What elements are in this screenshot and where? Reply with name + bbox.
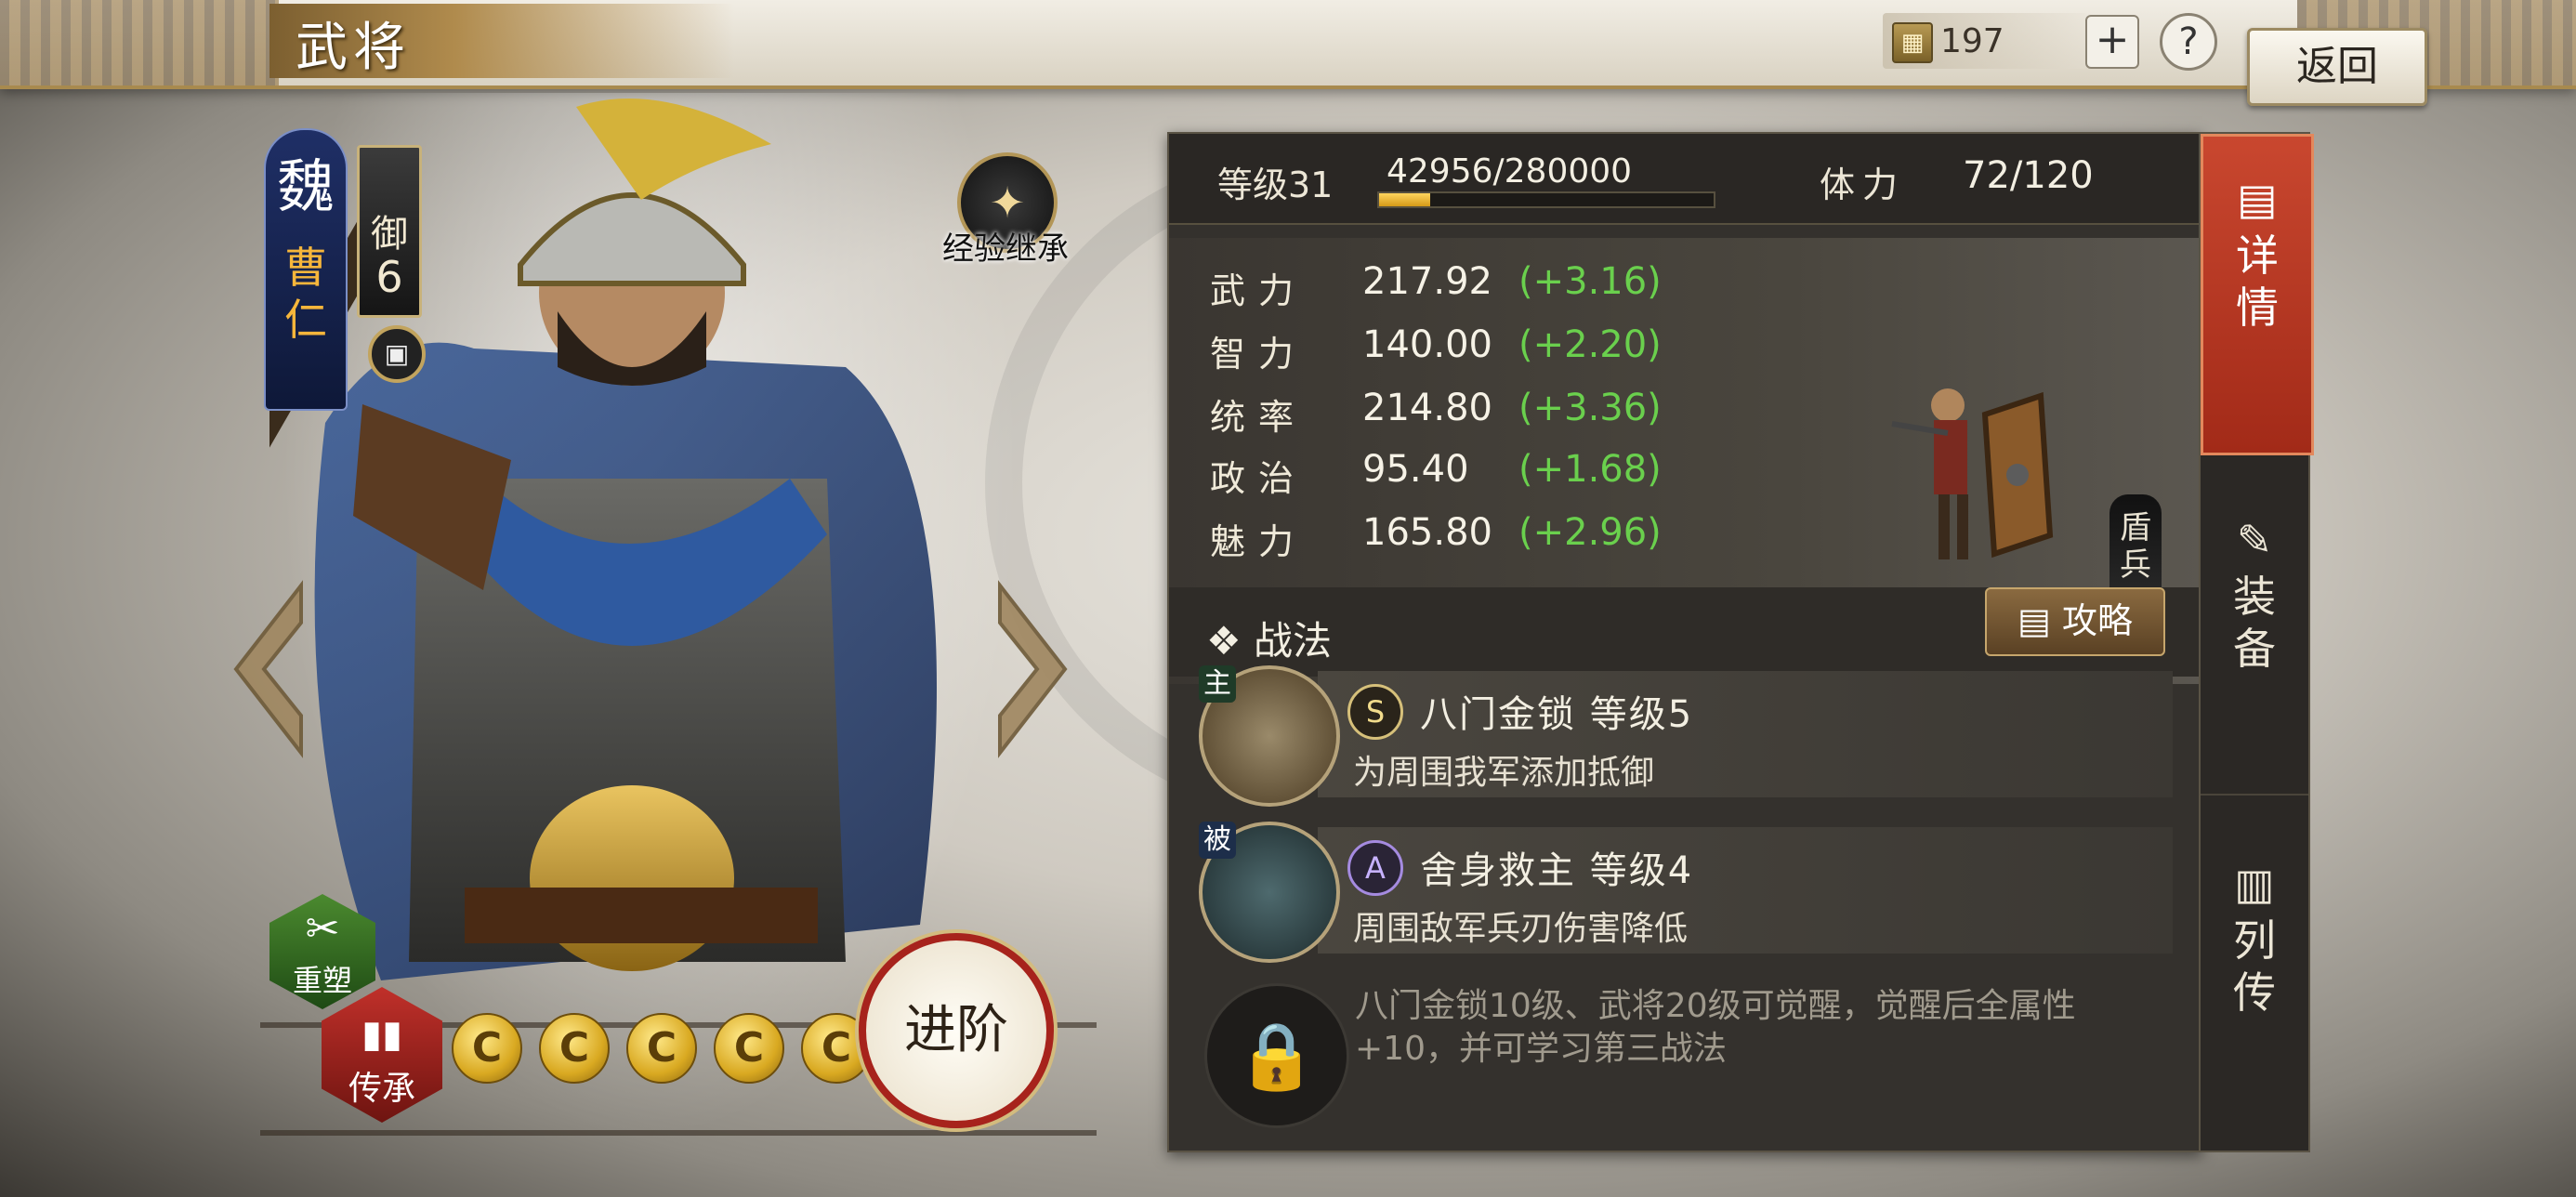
stat-bonus: (+3.36) (1518, 387, 1662, 429)
stamina-label: 体力 (1820, 164, 1906, 205)
faction-name: 魏 (276, 152, 335, 220)
next-hero-arrow-icon[interactable] (991, 576, 1074, 762)
hero-name: 曹仁 (284, 243, 327, 345)
stat-bonus: (+2.96) (1518, 511, 1662, 554)
detail-icon: ▤ (2237, 174, 2278, 224)
stat-value: 214.80 (1362, 387, 1492, 429)
skill-item[interactable]: 被 A 舍身救主 等级4 周围敌军兵刃伤害降低 (1197, 822, 2173, 963)
exp-progress-bar (1377, 191, 1715, 208)
skill-name: 八门金锁 等级5 (1420, 693, 1694, 736)
stat-name: 统率 (1210, 397, 1308, 438)
skills-title: ❖ 战法 (1206, 618, 1333, 664)
equipment-icon: ✎ (2236, 515, 2273, 565)
stat-row: 智力 140.00 (+2.20) (1184, 318, 1834, 375)
stat-name: 智力 (1210, 334, 1308, 375)
rank-label: 御 (371, 213, 408, 256)
stat-row: 政治 95.40 (+1.68) (1184, 442, 1834, 499)
stat-name: 政治 (1210, 458, 1308, 499)
stat-row: 魅力 165.80 (+2.96) (1184, 506, 1834, 562)
stat-name: 魅力 (1210, 521, 1308, 562)
skill-type-tag: 被 (1199, 822, 1236, 859)
storage-box-icon[interactable]: ▣ (368, 325, 426, 383)
stat-value: 140.00 (1362, 323, 1492, 366)
page-title: 武将 (296, 18, 411, 78)
locked-skill-slot[interactable]: 🔒 八门金锁10级、武将20级可觉醒，觉醒后全属性+10，并可学习第三战法 (1197, 970, 2173, 1147)
guide-label: 攻略 (2061, 600, 2133, 641)
left-corner-ornament (0, 0, 279, 86)
rank-value: 6 (375, 252, 403, 302)
advancement-star-icon: C (714, 1013, 784, 1084)
unit-type: 盾兵 (2120, 509, 2151, 584)
tab-label: 详情 (2236, 230, 2279, 333)
level-row: 等级31 42956/280000 体力 72/120 (1169, 134, 2201, 225)
advancement-star-icon: C (626, 1013, 697, 1084)
inherit-icon: ▮▮ (361, 1013, 403, 1056)
stat-row: 统率 214.80 (+3.36) (1184, 381, 1834, 438)
exp-text: 42956/280000 (1387, 152, 1633, 191)
lock-icon: 🔒 (1204, 983, 1349, 1128)
top-bar: 武将 ▦ 197 + ? (0, 0, 2576, 89)
guide-button[interactable]: ▤ 攻略 (1985, 587, 2165, 656)
add-currency-button[interactable]: + (2085, 15, 2139, 69)
stat-bonus: (+3.16) (1518, 260, 1662, 303)
help-button[interactable]: ? (2160, 13, 2217, 71)
faction-badge: 魏 曹仁 (264, 128, 348, 411)
skill-name: 舍身救主 等级4 (1420, 849, 1694, 892)
tab-equipment[interactable]: ✎ 装备 (2201, 478, 2308, 796)
stamina-value: 72/120 (1963, 154, 2094, 197)
back-button[interactable]: 返回 (2247, 28, 2427, 106)
advancement-star-icon: C (452, 1013, 522, 1084)
locked-skill-text: 八门金锁10级、武将20级可觉醒，觉醒后全属性+10，并可学习第三战法 (1355, 987, 2076, 1068)
currency-value: 197 (1940, 22, 2004, 60)
skill-description: 为周围我军添加抵御 (1353, 754, 1655, 792)
skill-description: 周围敌军兵刃伤害降低 (1353, 910, 1689, 948)
advance-button[interactable]: 进阶 (859, 933, 1054, 1128)
stat-row: 武力 217.92 (+3.16) (1184, 255, 1834, 311)
tab-label: 装备 (2233, 572, 2276, 674)
jade-token-icon: ▦ (1892, 22, 1933, 63)
biography-icon: ▥ (2234, 859, 2275, 909)
advancement-star-icon: C (539, 1013, 610, 1084)
stat-value: 217.92 (1362, 260, 1492, 303)
stat-name: 武力 (1210, 270, 1308, 311)
advancement-stars: C C C C C (452, 1013, 872, 1084)
shield-soldier-figure (1891, 388, 2054, 559)
rank-tag: 御 6 (357, 145, 422, 318)
stat-value: 165.80 (1362, 511, 1492, 554)
game-screen: 武将 ▦ 197 + ? 返回 魏 曹 仁 御 6 ▣ ✦ 经验继承 ✂ 重塑 … (0, 0, 2576, 1197)
skill-grade-badge: A (1347, 840, 1403, 896)
tab-label: 列传 (2233, 915, 2276, 1018)
stat-bonus: (+2.20) (1518, 323, 1662, 366)
skill-grade-badge: S (1347, 684, 1403, 740)
exp-inherit-label[interactable]: 经验继承 (922, 223, 1089, 269)
level-label: 等级31 (1217, 164, 1334, 205)
skill-type-tag: 主 (1199, 665, 1236, 703)
currency-display: ▦ 197 (1883, 13, 2087, 69)
tab-details[interactable]: ▤ 详情 (2201, 134, 2314, 455)
side-tabs: ▤ 详情 ✎ 装备 ▥ 列传 (2199, 132, 2314, 1152)
skill-item[interactable]: 主 S 八门金锁 等级5 为周围我军添加抵御 (1197, 665, 2173, 807)
previous-hero-arrow-icon[interactable] (227, 576, 310, 762)
stat-value: 95.40 (1362, 448, 1469, 491)
exp-progress-fill (1379, 193, 1431, 206)
stat-bonus: (+1.68) (1518, 448, 1662, 491)
tab-biography[interactable]: ▥ 列传 (2201, 822, 2308, 1138)
skills-title-text: 战法 (1254, 618, 1333, 664)
